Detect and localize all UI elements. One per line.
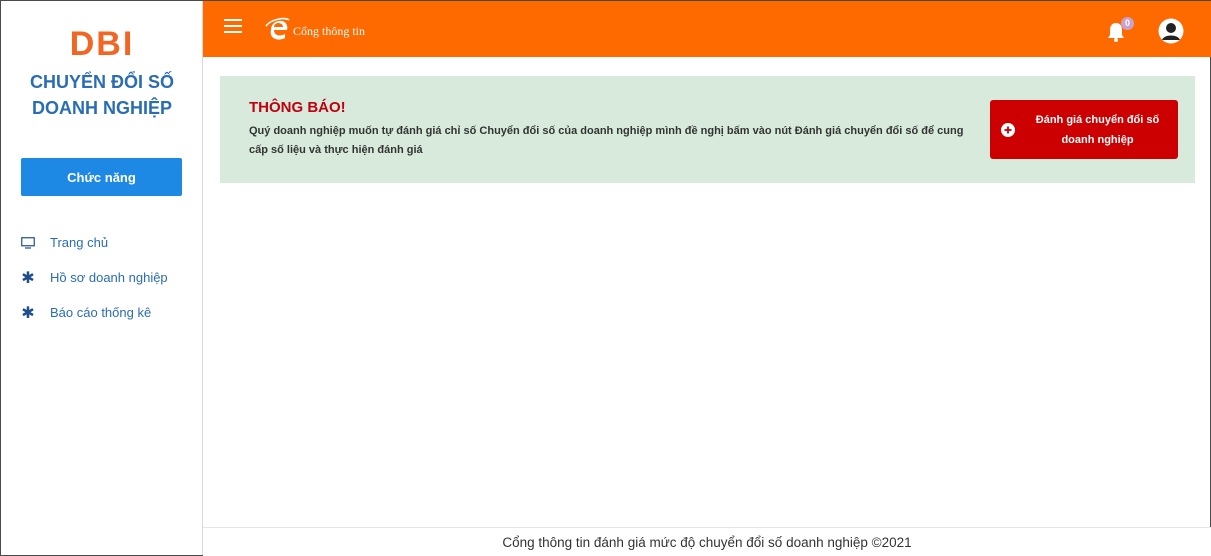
sidebar-item-company-profile[interactable]: ✱ Hồ sơ doanh nghiệp [21,260,201,295]
e-logo-icon [265,17,290,40]
top-bar: Cổng thông tin 0 [203,1,1211,57]
notification-count-badge: 0 [1121,17,1134,30]
sidebar-nav: Trang chủ ✱ Hồ sơ doanh nghiệp ✱ Báo cáo… [21,225,201,330]
plus-circle-icon [1000,122,1015,137]
user-avatar[interactable] [1158,18,1184,44]
notice-panel: THÔNG BÁO! Quý doanh nghiệp muốn tự đánh… [220,76,1195,183]
notice-text: Quý doanh nghiệp muốn tự đánh giá chỉ số… [249,125,964,156]
function-button[interactable]: Chức năng [21,158,182,196]
brand-link[interactable]: Cổng thông tin [263,17,365,41]
logo: DBI [69,25,135,63]
menu-toggle-icon[interactable] [224,19,242,33]
sidebar-item-statistics-report[interactable]: ✱ Báo cáo thống kê [21,295,201,330]
notification-bell[interactable]: 0 [1107,17,1134,43]
monitor-icon [21,236,35,250]
sidebar-item-home[interactable]: Trang chủ [21,225,201,260]
subtitle-line-1: CHUYỂN ĐỔI SỐ [29,72,175,92]
brand-text: Cổng thông tin [293,23,366,38]
notice-title: THÔNG BÁO! [249,99,346,116]
subtitle-line-2: DOANH NGHIỆP [31,98,172,118]
asterisk-icon: ✱ [21,304,35,322]
app-window: DBI CHUYỂN ĐỔI SỐ DOANH NGHIỆP Chức năng… [0,0,1211,556]
evaluate-button-label: Đánh giá chuyển đổi số doanh nghiệp [1035,113,1160,146]
sidebar-item-label: Trang chủ [50,235,109,250]
app-subtitle: CHUYỂN ĐỔI SỐ DOANH NGHIỆP [1,69,203,121]
evaluate-digital-transformation-button[interactable]: Đánh giá chuyển đổi số doanh nghiệp [990,100,1178,159]
sidebar: DBI CHUYỂN ĐỔI SỐ DOANH NGHIỆP Chức năng… [1,1,203,555]
asterisk-icon: ✱ [21,269,35,287]
sidebar-item-label: Hồ sơ doanh nghiệp [50,270,168,285]
user-icon [1158,18,1184,44]
sidebar-item-label: Báo cáo thống kê [50,305,152,320]
footer: Cổng thông tin đánh giá mức độ chuyển đổ… [203,527,1211,556]
